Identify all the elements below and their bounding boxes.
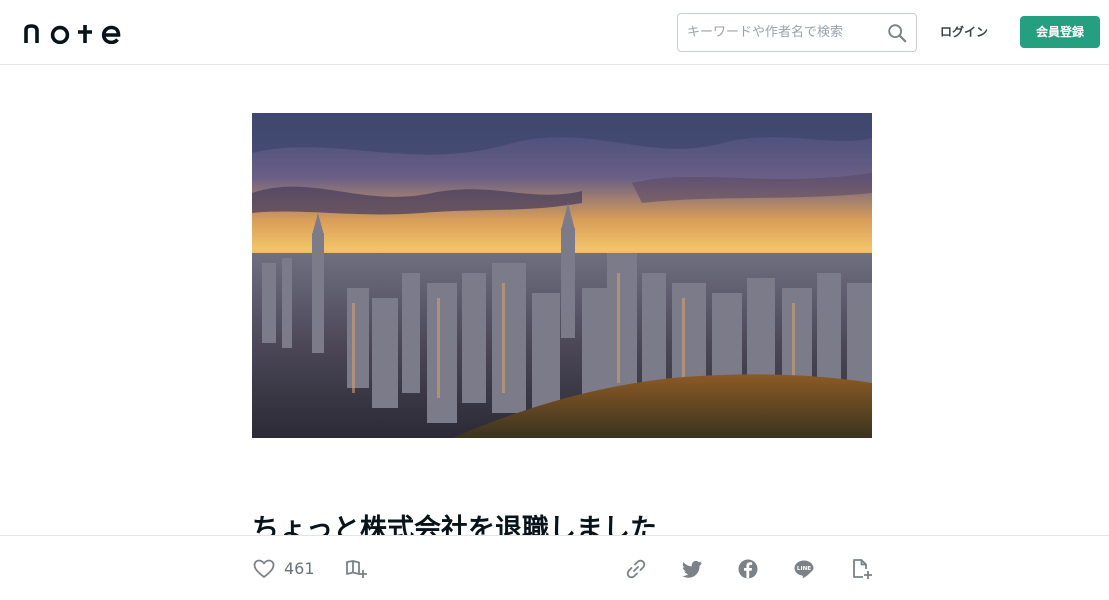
- signup-button[interactable]: 会員登録: [1020, 16, 1100, 48]
- svg-text:LINE: LINE: [797, 566, 811, 572]
- search-box: [677, 13, 917, 52]
- like-count: 461: [284, 559, 315, 578]
- heart-icon[interactable]: [252, 557, 276, 581]
- line-icon[interactable]: LINE: [792, 557, 816, 581]
- search-icon[interactable]: [886, 22, 908, 44]
- facebook-icon[interactable]: [736, 557, 760, 581]
- city-skyline-image: [252, 113, 872, 438]
- action-bar: 461 LINE: [0, 535, 1109, 600]
- hero-image: [252, 113, 872, 438]
- site-header: ログイン 会員登録: [0, 0, 1109, 65]
- add-to-magazine-icon[interactable]: [344, 557, 368, 581]
- link-icon[interactable]: [624, 557, 648, 581]
- login-button[interactable]: ログイン: [930, 16, 998, 48]
- add-note-icon[interactable]: [849, 557, 873, 581]
- note-logo[interactable]: [24, 22, 122, 44]
- search-input[interactable]: [678, 14, 878, 51]
- twitter-icon[interactable]: [680, 557, 704, 581]
